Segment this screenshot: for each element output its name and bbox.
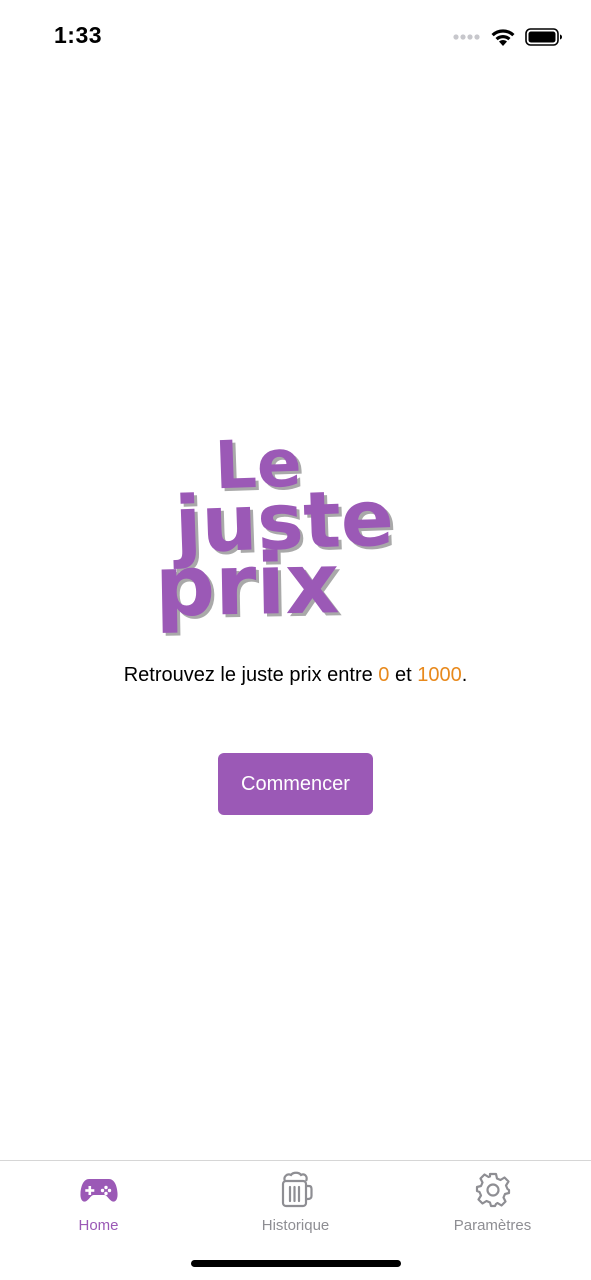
beer-mug-icon bbox=[279, 1171, 313, 1209]
gamepad-icon bbox=[79, 1171, 118, 1209]
tagline-max-value: 1000 bbox=[417, 664, 462, 686]
battery-icon bbox=[525, 28, 562, 46]
le-juste-prix-logo: Le juste prix Le juste prix bbox=[154, 434, 398, 638]
cellular-signal-icon bbox=[453, 34, 480, 40]
tagline: Retrouvez le juste prix entre 0 et 1000. bbox=[0, 664, 591, 687]
wifi-icon bbox=[491, 29, 515, 46]
tab-historique[interactable]: Historique bbox=[197, 1161, 394, 1251]
status-time: 1:33 bbox=[54, 22, 103, 48]
tab-home[interactable]: Home bbox=[0, 1161, 197, 1251]
tab-historique-label: Historique bbox=[261, 1217, 330, 1234]
home-indicator[interactable] bbox=[191, 1260, 401, 1267]
home-screen: 1:33 Le juste prix Le juste prix Retrouv… bbox=[0, 0, 591, 1280]
gear-icon bbox=[475, 1171, 511, 1209]
tagline-suffix: . bbox=[461, 664, 468, 686]
logo-line-prix: prix bbox=[154, 534, 340, 635]
tab-parametres-label: Paramètres bbox=[453, 1217, 532, 1234]
tagline-prefix: Retrouvez le juste prix entre bbox=[123, 664, 379, 686]
tab-parametres[interactable]: Paramètres bbox=[394, 1161, 591, 1251]
tagline-middle: et bbox=[389, 664, 418, 686]
tab-home-label: Home bbox=[78, 1217, 119, 1234]
start-button[interactable]: Commencer bbox=[218, 753, 373, 815]
tagline-min-value: 0 bbox=[378, 664, 390, 686]
status-bar: 1:33 bbox=[0, 0, 591, 76]
status-icons bbox=[453, 26, 563, 48]
